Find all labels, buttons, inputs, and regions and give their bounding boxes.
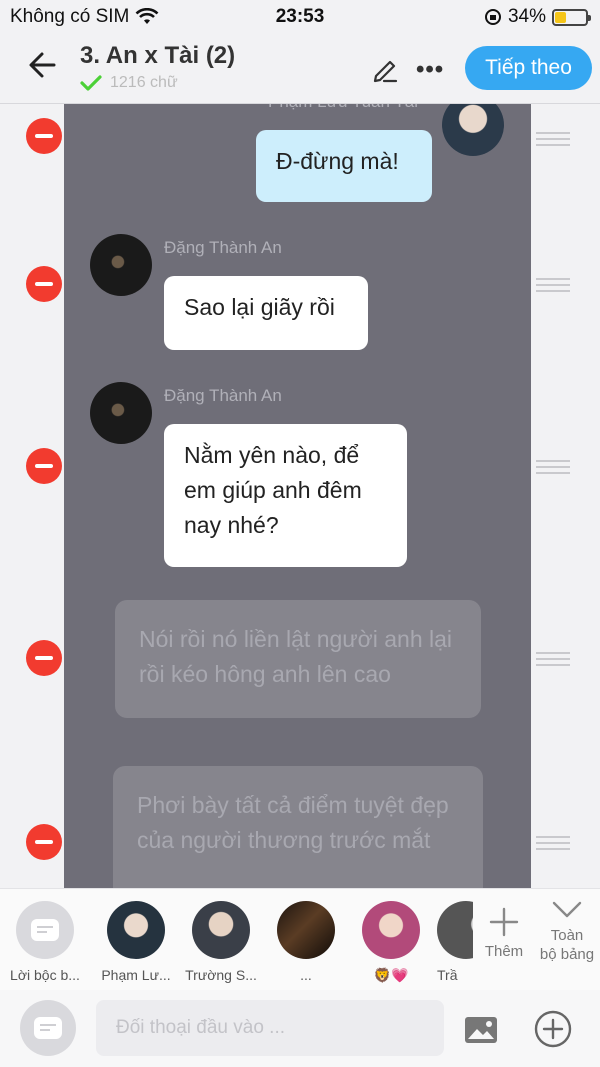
message-icon — [31, 919, 59, 941]
narration-bubble[interactable]: Nói rồi nó liền lật người anh lại rồi ké… — [115, 600, 481, 718]
delete-message-button[interactable] — [26, 266, 62, 302]
character-name: ... — [300, 967, 312, 983]
character-name: Trường S... — [185, 967, 257, 983]
delete-message-button[interactable] — [26, 824, 62, 860]
character-item[interactable]: ... — [267, 901, 345, 983]
character-item[interactable]: Trường S... — [182, 901, 260, 983]
sender-name: Phạm Lưu Tuấn Tài — [268, 104, 418, 112]
avatar — [362, 901, 420, 959]
avatar — [437, 901, 473, 959]
header: 3. An x Tài (2) 1216 chữ ••• Tiếp theo — [0, 34, 600, 104]
message-bubble[interactable]: Sao lại giãy rồi — [164, 276, 368, 350]
battery-level — [555, 11, 566, 23]
chat-area[interactable]: Phạm Lưu Tuấn Tài Đ-đừng mà! Đặng Thành … — [0, 104, 600, 888]
more-options-icon[interactable]: ••• — [416, 56, 444, 84]
drag-handle-icon[interactable] — [536, 132, 570, 146]
image-icon[interactable] — [464, 1015, 498, 1045]
save-status: 1216 chữ — [80, 74, 178, 92]
narration-bubble[interactable]: Phơi bày tất cả điểm tuyệt đẹp của người… — [113, 766, 483, 888]
character-item[interactable]: 🦁💗 — [352, 901, 430, 984]
avatar — [107, 901, 165, 959]
back-arrow-icon[interactable] — [26, 48, 60, 82]
character-narrator[interactable]: Lời bộc b... — [6, 901, 84, 983]
avatar[interactable] — [90, 234, 152, 296]
drag-handle-icon[interactable] — [536, 836, 570, 850]
all-characters-button[interactable]: Toàn bộ bảng — [534, 897, 600, 964]
drag-handle-icon[interactable] — [536, 460, 570, 474]
drag-handle-icon[interactable] — [536, 278, 570, 292]
drag-handle-icon[interactable] — [536, 652, 570, 666]
character-name: Trầ — [437, 967, 458, 983]
avatar — [192, 901, 250, 959]
all-label-line2: bộ bảng — [539, 946, 595, 963]
avatar[interactable] — [90, 382, 152, 444]
message-bubble[interactable]: Nằm yên nào, để em giúp anh đêm nay nhé? — [164, 424, 407, 567]
character-name: 🦁💗 — [373, 967, 409, 983]
sender-name: Đặng Thành An — [164, 238, 282, 257]
add-character-button[interactable]: Thêm — [480, 905, 528, 960]
character-item[interactable]: Phạm Lư... — [97, 901, 175, 983]
message-icon — [34, 1017, 62, 1039]
character-item[interactable]: Trầ — [437, 901, 473, 983]
status-bar: Không có SIM 23:53 34% — [0, 0, 600, 34]
character-name: Phạm Lư... — [101, 967, 171, 983]
page-title: 3. An x Tài (2) — [80, 42, 236, 69]
character-bar: Lời bộc b... Phạm Lư... Trường S... ... … — [0, 888, 600, 990]
plus-icon — [489, 907, 519, 937]
add-circle-icon[interactable] — [534, 1010, 572, 1048]
delete-message-button[interactable] — [26, 640, 62, 676]
narrator-avatar — [16, 901, 74, 959]
message-bubble[interactable]: Đ-đừng mà! — [256, 130, 432, 202]
status-right: 34% — [484, 6, 591, 28]
chevron-down-icon — [552, 901, 582, 918]
delete-message-button[interactable] — [26, 118, 62, 154]
add-label: Thêm — [484, 943, 524, 960]
edit-pencil-icon[interactable] — [370, 54, 400, 84]
dialogue-input[interactable] — [96, 1000, 444, 1056]
character-name: Lời bộc b... — [10, 967, 80, 983]
all-label-line1: Toàn — [550, 927, 584, 944]
sender-name: Đặng Thành An — [164, 386, 282, 405]
orientation-lock-icon — [484, 9, 501, 25]
input-bar — [0, 990, 600, 1067]
narration-toggle-button[interactable] — [20, 1000, 76, 1056]
delete-message-button[interactable] — [26, 448, 62, 484]
next-button[interactable]: Tiếp theo — [465, 46, 592, 90]
check-icon — [80, 75, 102, 91]
avatar — [277, 901, 335, 959]
battery-icon — [552, 8, 591, 26]
battery-percent: 34% — [507, 6, 546, 27]
word-count: 1216 chữ — [110, 74, 178, 91]
